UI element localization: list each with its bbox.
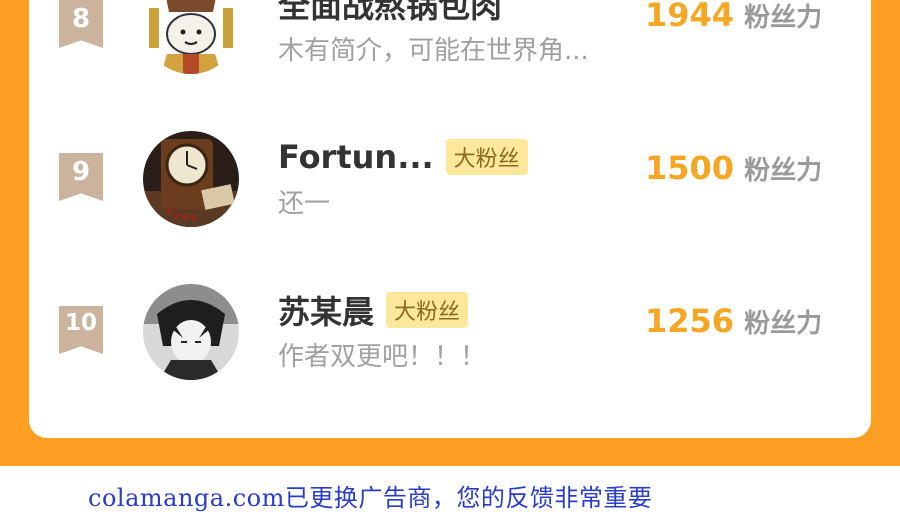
leaderboard-card: 8 全面战熬锅包肉 木有简介，可能在世界角... 1944 粉丝力 9 Fort…: [29, 0, 871, 438]
fan-power-unit: 粉丝力: [744, 309, 823, 339]
fan-power-unit: 粉丝力: [744, 156, 823, 186]
user-description: 作者双更吧！！！: [278, 342, 487, 372]
leaderboard-frame: 8 全面战熬锅包肉 木有简介，可能在世界角... 1944 粉丝力 9 Fort…: [0, 0, 900, 466]
rank-badge: 10: [59, 306, 103, 354]
list-item[interactable]: 9 Fortun... 大粉丝 还一 1500 粉丝力: [29, 131, 871, 241]
user-name[interactable]: Fortun...: [278, 138, 434, 176]
user-description: 木有简介，可能在世界角...: [278, 36, 589, 66]
anime-character-avatar-icon: [143, 284, 239, 380]
avatar[interactable]: [143, 131, 239, 227]
fan-power-unit: 粉丝力: [744, 3, 823, 33]
rank-badge: 8: [59, 0, 103, 48]
fan-level-badge: 大粉丝: [445, 139, 528, 175]
fan-power-value: 1500: [645, 149, 735, 187]
footer: colamanga.com已更换广告商，您的反馈非常重要: [0, 466, 900, 521]
avatar[interactable]: [143, 0, 239, 74]
rank-badge: 9: [59, 153, 103, 201]
avatar[interactable]: [143, 284, 239, 380]
fan-power-value: 1944: [645, 0, 735, 34]
user-name[interactable]: 苏某晨: [278, 287, 374, 333]
clock-photo-avatar-icon: [143, 131, 239, 227]
cartoon-character-avatar-icon: [143, 0, 239, 74]
advertiser-notice-link[interactable]: colamanga.com已更换广告商，您的反馈非常重要: [88, 478, 652, 513]
fan-power-value: 1256: [645, 302, 735, 340]
fan-power: 1500 粉丝力: [645, 149, 822, 187]
list-item[interactable]: 8 全面战熬锅包肉 木有简介，可能在世界角... 1944 粉丝力: [29, 0, 871, 88]
fan-level-badge: 大粉丝: [386, 292, 469, 328]
fan-power: 1944 粉丝力: [645, 0, 822, 34]
list-item[interactable]: 10 苏某晨 大粉丝 作者双更吧！！！ 1256 粉丝力: [29, 284, 871, 394]
user-description: 还一: [278, 189, 331, 219]
user-name[interactable]: 全面战熬锅包肉: [278, 0, 502, 27]
fan-power: 1256 粉丝力: [645, 302, 822, 340]
